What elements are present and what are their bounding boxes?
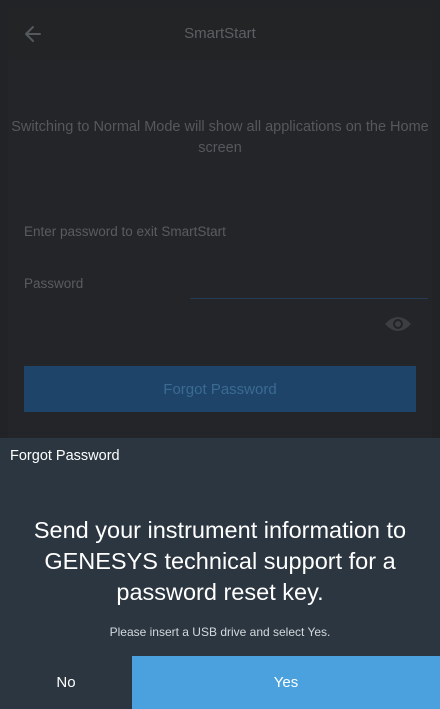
- forgot-password-button[interactable]: Forgot Password: [24, 366, 416, 412]
- smartstart-exit-panel: Switching to Normal Mode will show all a…: [8, 60, 432, 438]
- top-app-bar: SmartStart: [8, 8, 432, 60]
- yes-button[interactable]: Yes: [132, 656, 440, 709]
- show-password-toggle[interactable]: [383, 314, 413, 334]
- password-prompt: Enter password to exit SmartStart: [24, 224, 226, 239]
- password-input[interactable]: [190, 270, 428, 299]
- page-title: SmartStart: [184, 25, 256, 42]
- dialog-title: Forgot Password: [10, 448, 120, 464]
- mode-switch-notice: Switching to Normal Mode will show all a…: [11, 119, 429, 156]
- no-button[interactable]: No: [0, 656, 132, 709]
- dialog-note: Please insert a USB drive and select Yes…: [109, 625, 331, 639]
- eye-icon: [385, 317, 411, 331]
- dialog-headline: Send your instrument information to GENE…: [33, 517, 407, 605]
- password-label: Password: [24, 276, 84, 291]
- forgot-password-dialog: Forgot Password Send your instrument inf…: [0, 438, 440, 709]
